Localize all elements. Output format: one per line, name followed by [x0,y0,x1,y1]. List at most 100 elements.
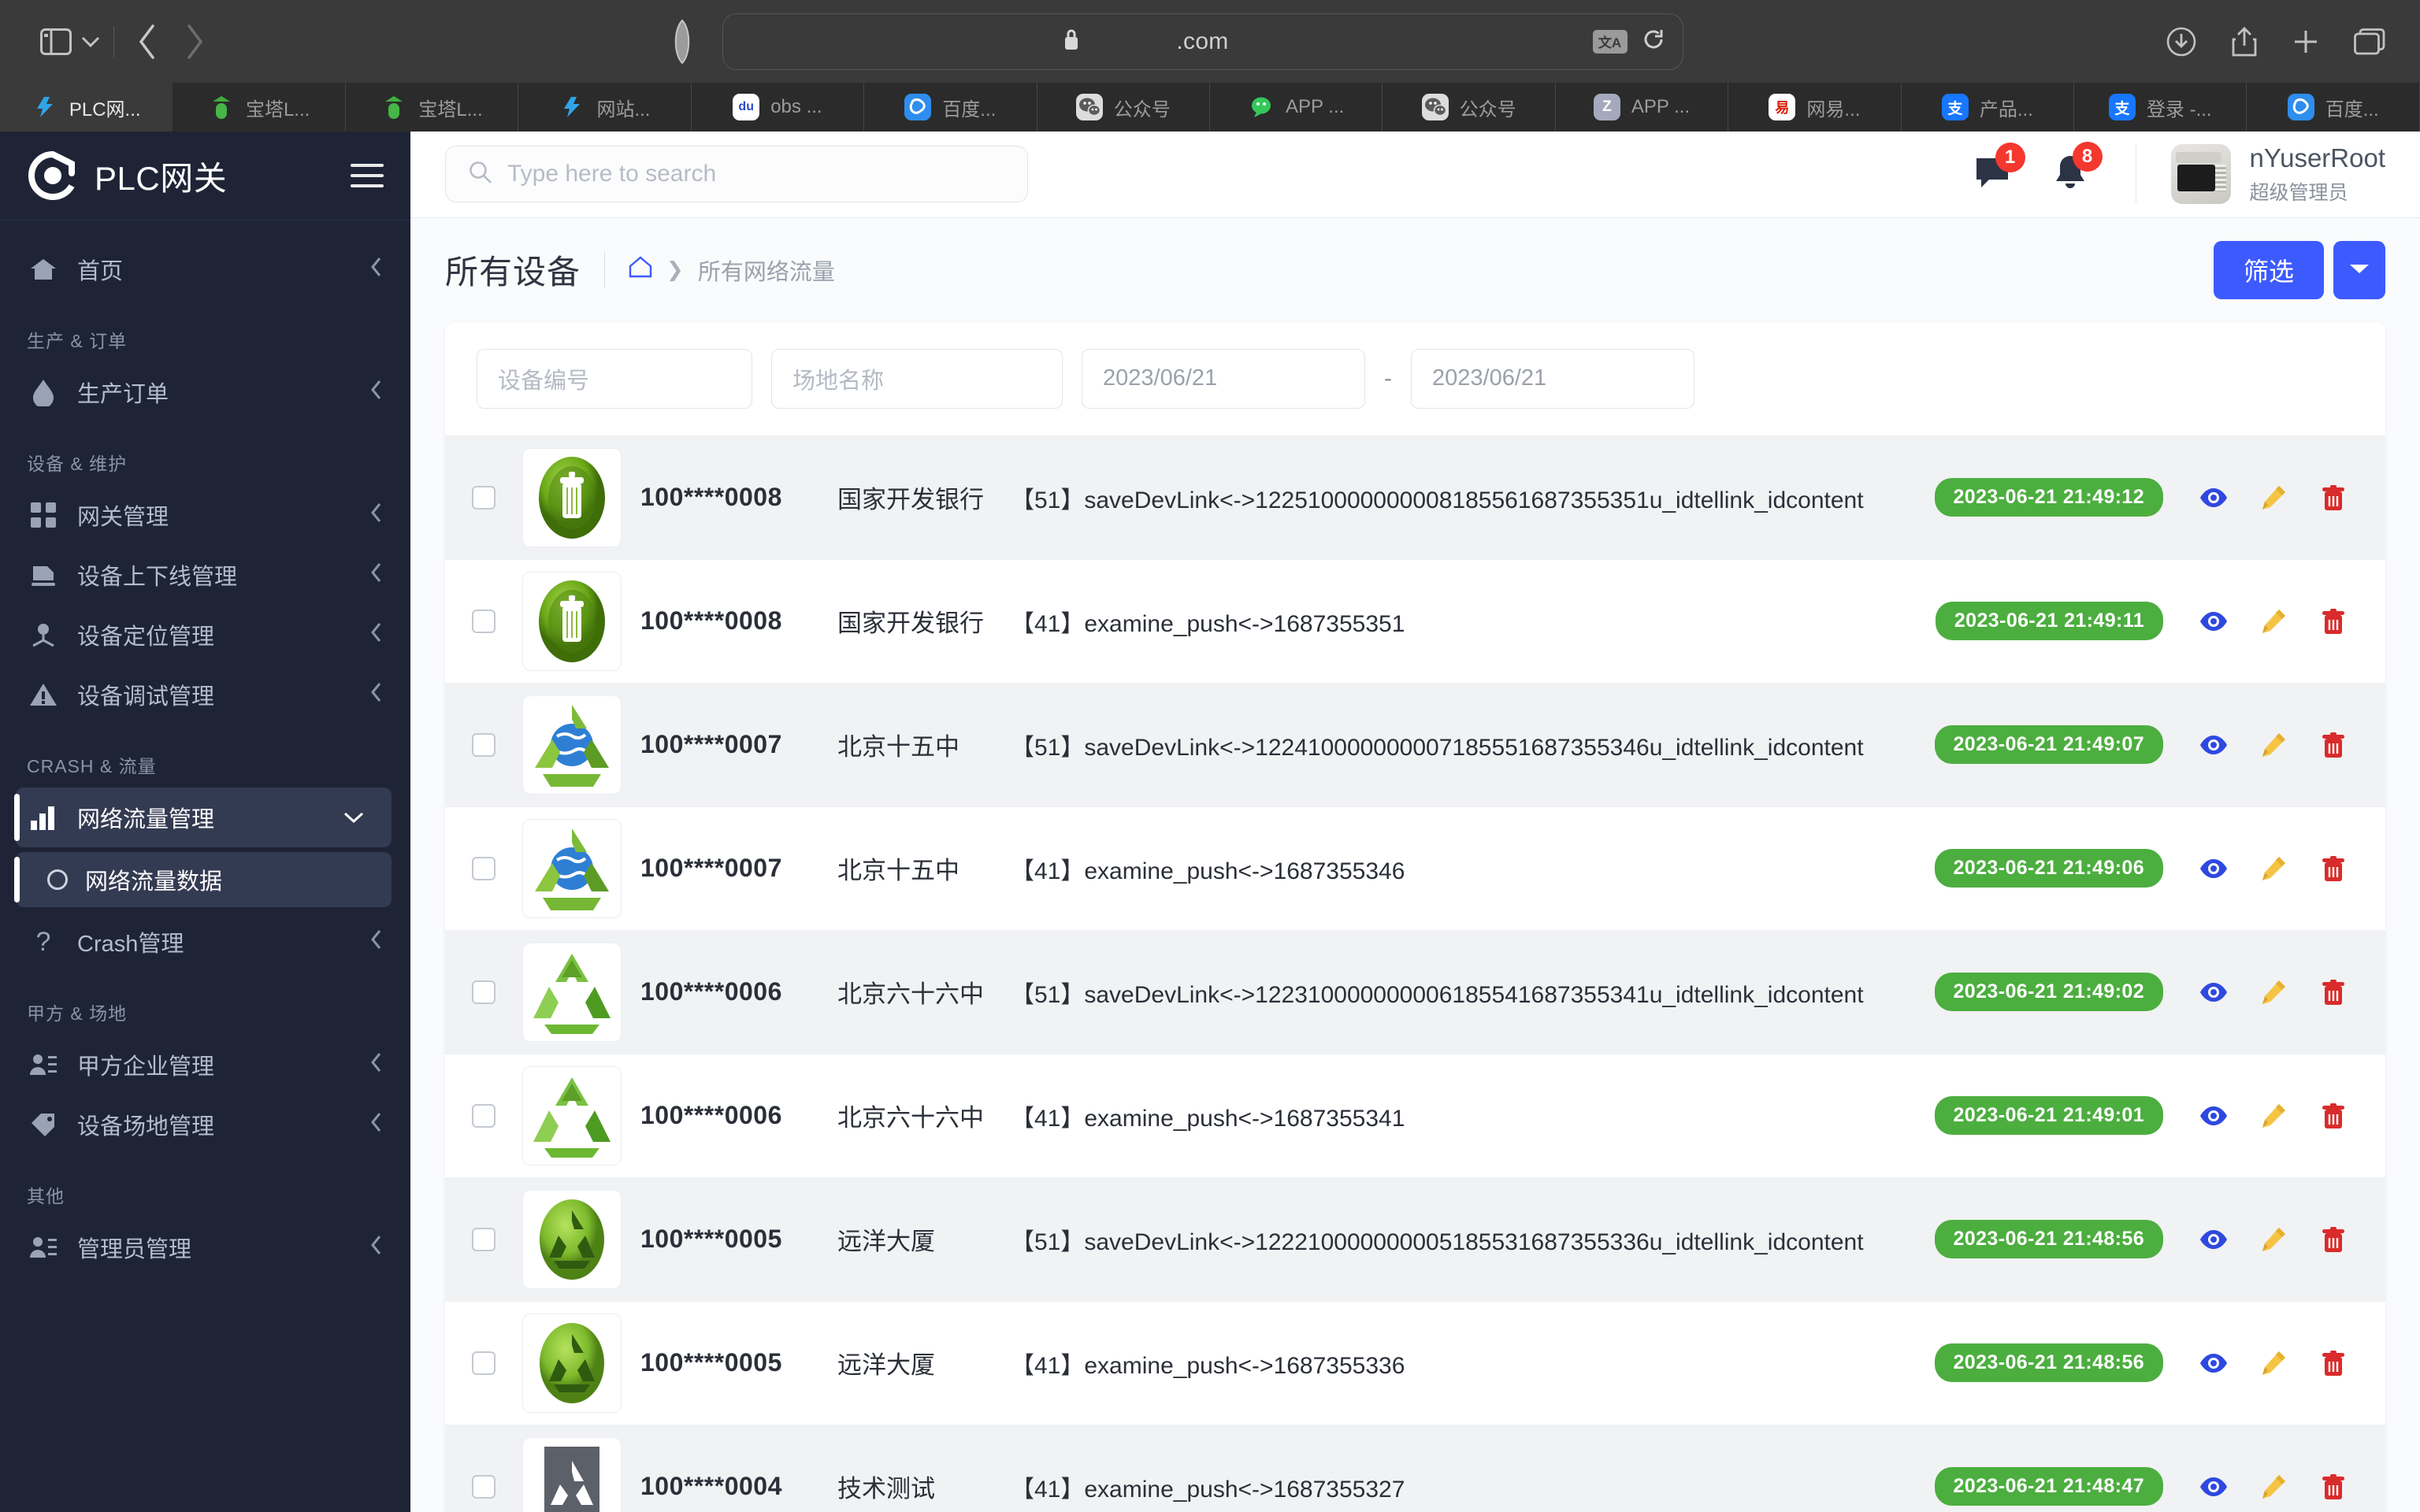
edit-button[interactable] [2258,484,2289,511]
row-checkbox[interactable] [472,1351,496,1375]
row-checkbox[interactable] [472,1103,496,1128]
edit-button[interactable] [2258,1350,2289,1377]
view-button[interactable] [2198,1352,2229,1374]
delete-button[interactable] [2318,732,2349,758]
view-button[interactable] [2198,981,2229,1003]
delete-button[interactable] [2318,484,2349,511]
sidebar-item-9[interactable]: 网络流量管理 [14,788,392,847]
browser-tab-12[interactable]: 支登录 -... [2074,83,2247,132]
table-row[interactable]: 100****0006 北京六十六中 【41】examine_push<->1687… [445,1053,2385,1177]
forward-arrow-icon[interactable] [171,23,218,61]
device-thumbnail [522,942,622,1042]
delete-button[interactable] [2318,1350,2349,1377]
sidebar-item-16[interactable]: 管理员管理 [0,1217,410,1277]
row-checkbox[interactable] [472,732,496,757]
view-button[interactable] [2198,487,2229,509]
delete-button[interactable] [2318,1102,2349,1129]
edit-button[interactable] [2258,855,2289,882]
browser-tab-1[interactable]: 宝塔L... [173,83,346,132]
table-row[interactable]: 100****0005 远洋大厦 【51】saveDevLink<->1222100… [445,1177,2385,1301]
table-row[interactable]: 100****0004 技术测试 【41】examine_push<->168735… [445,1424,2385,1512]
table-row[interactable]: 100****0007 北京十五中 【51】saveDevLink<->122410… [445,682,2385,806]
notifications-button[interactable]: 8 [2052,141,2103,196]
sidebar-subitem-network-traffic-data[interactable]: 网络流量数据 [14,852,392,907]
edit-button[interactable] [2258,979,2289,1006]
delete-button[interactable] [2318,979,2349,1006]
search-input[interactable]: Type here to search [445,146,1028,203]
table-row[interactable]: 100****0008 国家开发银行 【41】examine_push<->1687… [445,558,2385,683]
browser-tab-9[interactable]: Z APP ... [1556,83,1729,132]
row-checkbox[interactable] [472,1227,496,1251]
device-number-input[interactable]: 设备编号 [477,348,752,409]
sidebar-item-13[interactable]: 甲方企业管理 [0,1035,410,1095]
messages-button[interactable]: 1 [1973,142,2025,195]
sidebar-item-0[interactable]: 首页 [0,239,410,299]
sidebar-item-4[interactable]: 网关管理 [0,485,410,545]
sidebar-toggle-icon[interactable] [35,24,77,59]
browser-tab-0[interactable]: PLC网... [0,83,173,132]
edit-button[interactable] [2258,732,2289,758]
breadcrumb-home-icon[interactable] [629,255,652,285]
share-icon[interactable] [2231,26,2258,57]
plus-icon[interactable] [2292,28,2319,55]
table-row[interactable]: 100****0007 北京十五中 【41】examine_push<->16873… [445,806,2385,930]
sidebar-item-11[interactable]: ? Crash管理 [0,912,410,972]
table-row[interactable]: 100****0006 北京六十六中 【51】saveDevLink<->12231… [445,929,2385,1054]
sidebar-item-2[interactable]: 生产订单 [0,362,410,422]
date-end-input[interactable]: 2023/06/21 [1411,348,1694,409]
view-button[interactable] [2198,734,2229,756]
delete-button[interactable] [2318,855,2349,882]
hamburger-icon[interactable] [351,164,384,187]
user-menu[interactable]: nYuserRoot 超级管理员 [2250,143,2420,206]
view-button[interactable] [2198,858,2229,880]
browser-tab-13[interactable]: 百度... [2247,83,2420,132]
reload-icon[interactable] [1642,28,1665,55]
edit-button[interactable] [2258,1473,2289,1500]
translate-badge-icon[interactable]: 文A [1592,29,1628,54]
browser-tab-label: PLC网... [69,98,141,120]
browser-tab-2[interactable]: 宝塔L... [346,83,519,132]
browser-tab-4[interactable]: du obs ... [692,83,865,132]
back-arrow-icon[interactable] [124,23,171,61]
sidebar-item-7[interactable]: 设备调试管理 [0,665,410,724]
sidebar-item-14[interactable]: 设备场地管理 [0,1095,410,1154]
site-name-input[interactable]: 场地名称 [771,348,1063,409]
filter-dropdown-button[interactable] [2333,240,2385,299]
view-button[interactable] [2198,1105,2229,1127]
row-checkbox[interactable] [472,609,496,633]
browser-tab-6[interactable]: 公众号 [1037,83,1210,132]
shield-icon[interactable] [667,18,697,65]
avatar[interactable] [2170,144,2231,205]
edit-button[interactable] [2258,608,2289,635]
download-icon[interactable] [2166,27,2196,57]
browser-tab-5[interactable]: 百度... [864,83,1037,132]
sidebar-item-5[interactable]: 设备上下线管理 [0,545,410,605]
delete-button[interactable] [2318,1473,2349,1500]
view-button[interactable] [2198,610,2229,632]
view-button[interactable] [2198,1476,2229,1498]
row-checkbox[interactable] [472,1474,496,1499]
tab-overview-chevron-icon[interactable] [77,24,104,59]
delete-button[interactable] [2318,608,2349,635]
edit-button[interactable] [2258,1226,2289,1253]
browser-tab-7[interactable]: APP ... [1210,83,1383,132]
browser-tab-3[interactable]: 网站... [518,83,692,132]
browser-tab-10[interactable]: 易网易... [1728,83,1902,132]
browser-tab-11[interactable]: 支产品... [1902,83,2075,132]
row-checkbox[interactable] [472,980,496,1004]
table-row[interactable]: 100****0005 远洋大厦 【41】examine_push<->168735… [445,1300,2385,1425]
row-checkbox[interactable] [472,485,496,510]
tab-group-icon[interactable] [2354,28,2385,55]
edit-button[interactable] [2258,1102,2289,1129]
view-button[interactable] [2198,1228,2229,1251]
filter-button[interactable]: 筛选 [2213,240,2324,299]
row-checkbox[interactable] [472,856,496,880]
sidebar-item-6[interactable]: 设备定位管理 [0,605,410,665]
delete-button[interactable] [2318,1226,2349,1253]
url-bar[interactable]: .com 文A [722,13,1683,70]
date-start-input[interactable]: 2023/06/21 [1082,348,1365,409]
timestamp-badge: 2023-06-21 21:49:12 [1934,478,2163,517]
device-number: 100****0006 [640,1101,782,1130]
table-row[interactable]: 100****0008 国家开发银行 【51】saveDevLink<->12251… [445,435,2385,559]
browser-tab-8[interactable]: 公众号 [1383,83,1556,132]
